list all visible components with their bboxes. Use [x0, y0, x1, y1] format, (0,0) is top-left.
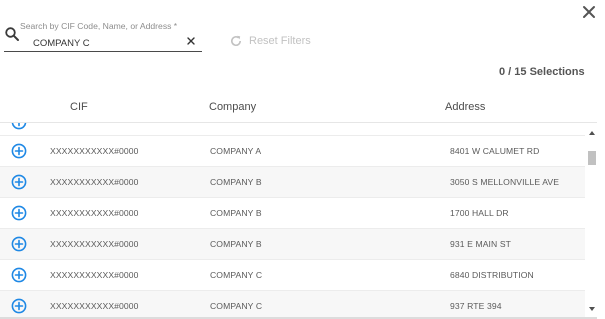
refresh-icon	[231, 35, 242, 47]
cell-cif: XXXXXXXXXXX#0000	[50, 239, 139, 249]
cell-company: COMPANY C	[210, 270, 263, 280]
cell-cif: XXXXXXXXXXX#0000	[50, 208, 139, 218]
table-row: XXXXXXXXXXX#0000 COMPANY C 6840 DISTRIBU…	[0, 260, 585, 291]
add-circle-icon[interactable]	[11, 143, 27, 159]
cell-address: 8401 W CALUMET RD	[450, 146, 540, 156]
cell-address: 937 RTE 394	[450, 301, 502, 311]
column-header-address[interactable]: Address	[445, 101, 485, 113]
scroll-up-icon[interactable]	[588, 129, 596, 137]
table-row: XXXXXXXXXXX#0000 COMPANY B 931 E MAIN ST	[0, 229, 585, 260]
table-row: XXXXXXXXXXX#0000 COMPANY B 1700 HALL DR	[0, 198, 585, 229]
close-icon[interactable]	[580, 3, 598, 21]
cell-cif: XXXXXXXXXXX#0000	[50, 177, 139, 187]
scroll-thumb[interactable]	[588, 151, 596, 165]
table-row-partial	[0, 123, 585, 136]
search-underline	[4, 51, 202, 52]
add-circle-icon[interactable]	[11, 267, 27, 283]
clear-icon[interactable]	[186, 36, 196, 46]
table-row: XXXXXXXXXXX#0000 COMPANY A 8401 W CALUME…	[0, 136, 585, 167]
add-circle-icon[interactable]	[11, 298, 27, 314]
column-header-cif[interactable]: CIF	[70, 101, 88, 113]
cell-cif: XXXXXXXXXXX#0000	[50, 146, 139, 156]
search-icon	[5, 27, 19, 41]
cif-search-dialog: Search by CIF Code, Name, or Address * R…	[0, 0, 605, 319]
add-circle-icon[interactable]	[11, 205, 27, 221]
cell-company: COMPANY B	[210, 208, 262, 218]
cell-company: COMPANY A	[210, 146, 262, 156]
column-header-company[interactable]: Company	[209, 101, 256, 113]
cell-address: 3050 S MELLONVILLE AVE	[450, 177, 560, 187]
reset-filters-button[interactable]: Reset Filters	[229, 34, 311, 48]
add-circle-icon[interactable]	[11, 236, 27, 252]
table-header: CIF Company Address	[0, 98, 605, 120]
search-field: Search by CIF Code, Name, or Address *	[0, 18, 202, 52]
cell-company: COMPANY B	[210, 177, 262, 187]
table-rows: XXXXXXXXXXX#0000 COMPANY A 8401 W CALUME…	[0, 136, 585, 319]
cell-company: COMPANY C	[210, 301, 263, 311]
scroll-down-icon[interactable]	[588, 305, 596, 313]
cell-address: 931 E MAIN ST	[450, 239, 511, 249]
cell-cif: XXXXXXXXXXX#0000	[50, 270, 139, 280]
table-scrollbar[interactable]	[585, 123, 599, 319]
add-circle-icon[interactable]	[11, 174, 27, 190]
cell-cif: XXXXXXXXXXX#0000	[50, 301, 139, 311]
cell-address: 6840 DISTRIBUTION	[450, 270, 534, 280]
search-input[interactable]	[20, 35, 182, 51]
table-body: XXXXXXXXXXX#0000 COMPANY A 8401 W CALUME…	[0, 123, 585, 319]
reset-filters-label: Reset Filters	[249, 35, 311, 47]
search-label: Search by CIF Code, Name, or Address *	[20, 21, 178, 31]
table-row: XXXXXXXXXXX#0000 COMPANY C 937 RTE 394	[0, 291, 585, 319]
selections-counter: 0 / 15 Selections	[499, 66, 585, 78]
cell-address: 1700 HALL DR	[450, 208, 509, 218]
table-row: XXXXXXXXXXX#0000 COMPANY B 3050 S MELLON…	[0, 167, 585, 198]
add-circle-icon[interactable]	[11, 123, 27, 130]
cell-company: COMPANY B	[210, 239, 262, 249]
